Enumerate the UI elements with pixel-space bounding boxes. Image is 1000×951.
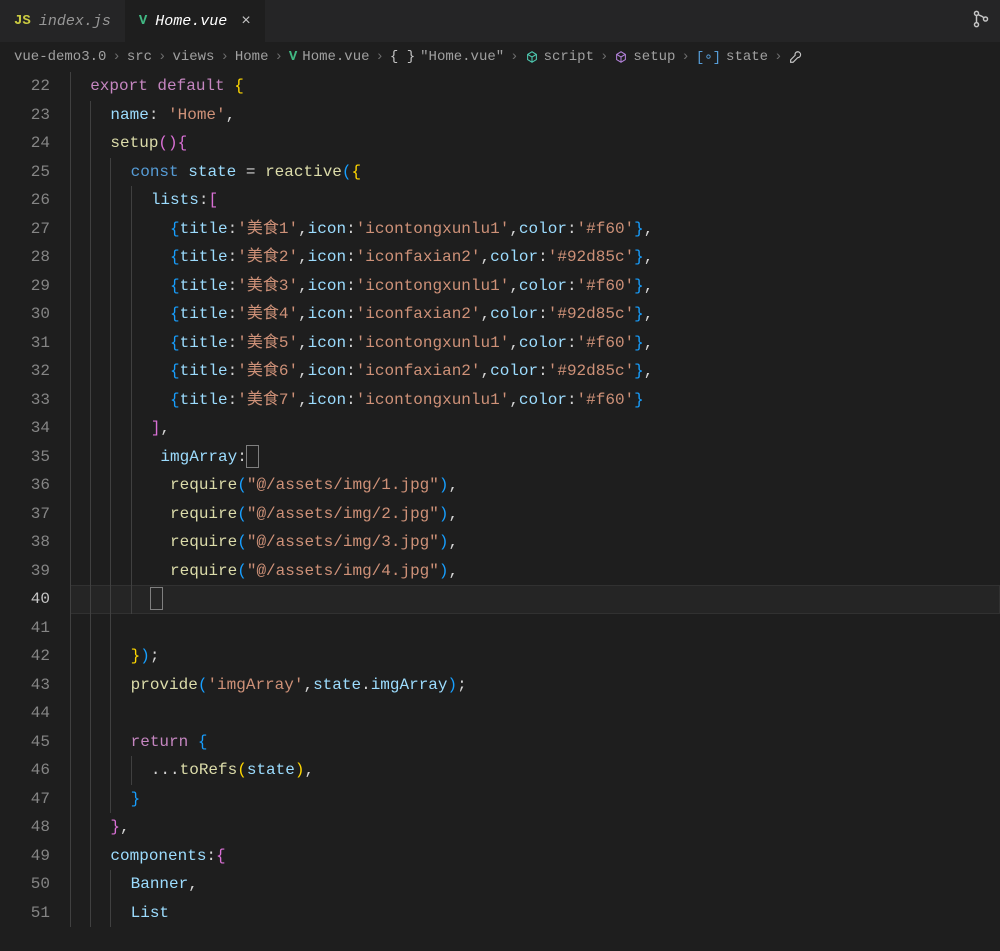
braces-icon: { }: [390, 49, 415, 65]
chevron-right-icon: ›: [681, 49, 689, 65]
close-icon[interactable]: ×: [241, 12, 251, 30]
bc-symbol[interactable]: setup: [614, 49, 675, 65]
chevron-right-icon: ›: [600, 49, 608, 65]
tab-index-js[interactable]: JS index.js: [0, 0, 125, 42]
cube-icon: [525, 50, 539, 64]
tab-actions: [972, 0, 990, 42]
chevron-right-icon: ›: [274, 49, 282, 65]
bc-folder[interactable]: src: [127, 49, 152, 65]
chevron-right-icon: ›: [376, 49, 384, 65]
chevron-right-icon: ›: [158, 49, 166, 65]
chevron-right-icon: ›: [774, 49, 782, 65]
tab-label: index.js: [39, 13, 111, 30]
tab-label: Home.vue: [155, 13, 227, 30]
cube-icon: [614, 50, 628, 64]
vue-file-icon: V: [139, 13, 147, 29]
line-gutter: 2223242526272829303132333435363738394041…: [0, 72, 70, 927]
chevron-right-icon: ›: [510, 49, 518, 65]
bc-symbol[interactable]: { }"Home.vue": [390, 49, 504, 65]
chevron-right-icon: ›: [220, 49, 228, 65]
editor-tabs: JS index.js V Home.vue ×: [0, 0, 1000, 42]
bc-symbol[interactable]: [788, 50, 802, 64]
bc-folder[interactable]: Home: [235, 49, 269, 65]
code-content: export default { name: 'Home', setup(){ …: [70, 72, 1000, 927]
bc-folder[interactable]: vue-demo3.0: [14, 49, 106, 65]
js-file-icon: JS: [14, 13, 31, 29]
bc-symbol[interactable]: script: [525, 49, 594, 65]
bc-file[interactable]: VHome.vue: [289, 49, 370, 65]
bc-symbol[interactable]: [∘]state: [696, 49, 768, 66]
source-control-icon[interactable]: [972, 10, 990, 33]
wrench-icon: [788, 50, 802, 64]
code-editor[interactable]: 2223242526272829303132333435363738394041…: [0, 72, 1000, 927]
bc-folder[interactable]: views: [172, 49, 214, 65]
vue-file-icon: V: [289, 49, 297, 65]
brackets-icon: [∘]: [696, 49, 721, 66]
breadcrumb: vue-demo3.0 › src › views › Home › VHome…: [0, 42, 1000, 72]
tab-home-vue[interactable]: V Home.vue ×: [125, 0, 265, 42]
chevron-right-icon: ›: [112, 49, 120, 65]
